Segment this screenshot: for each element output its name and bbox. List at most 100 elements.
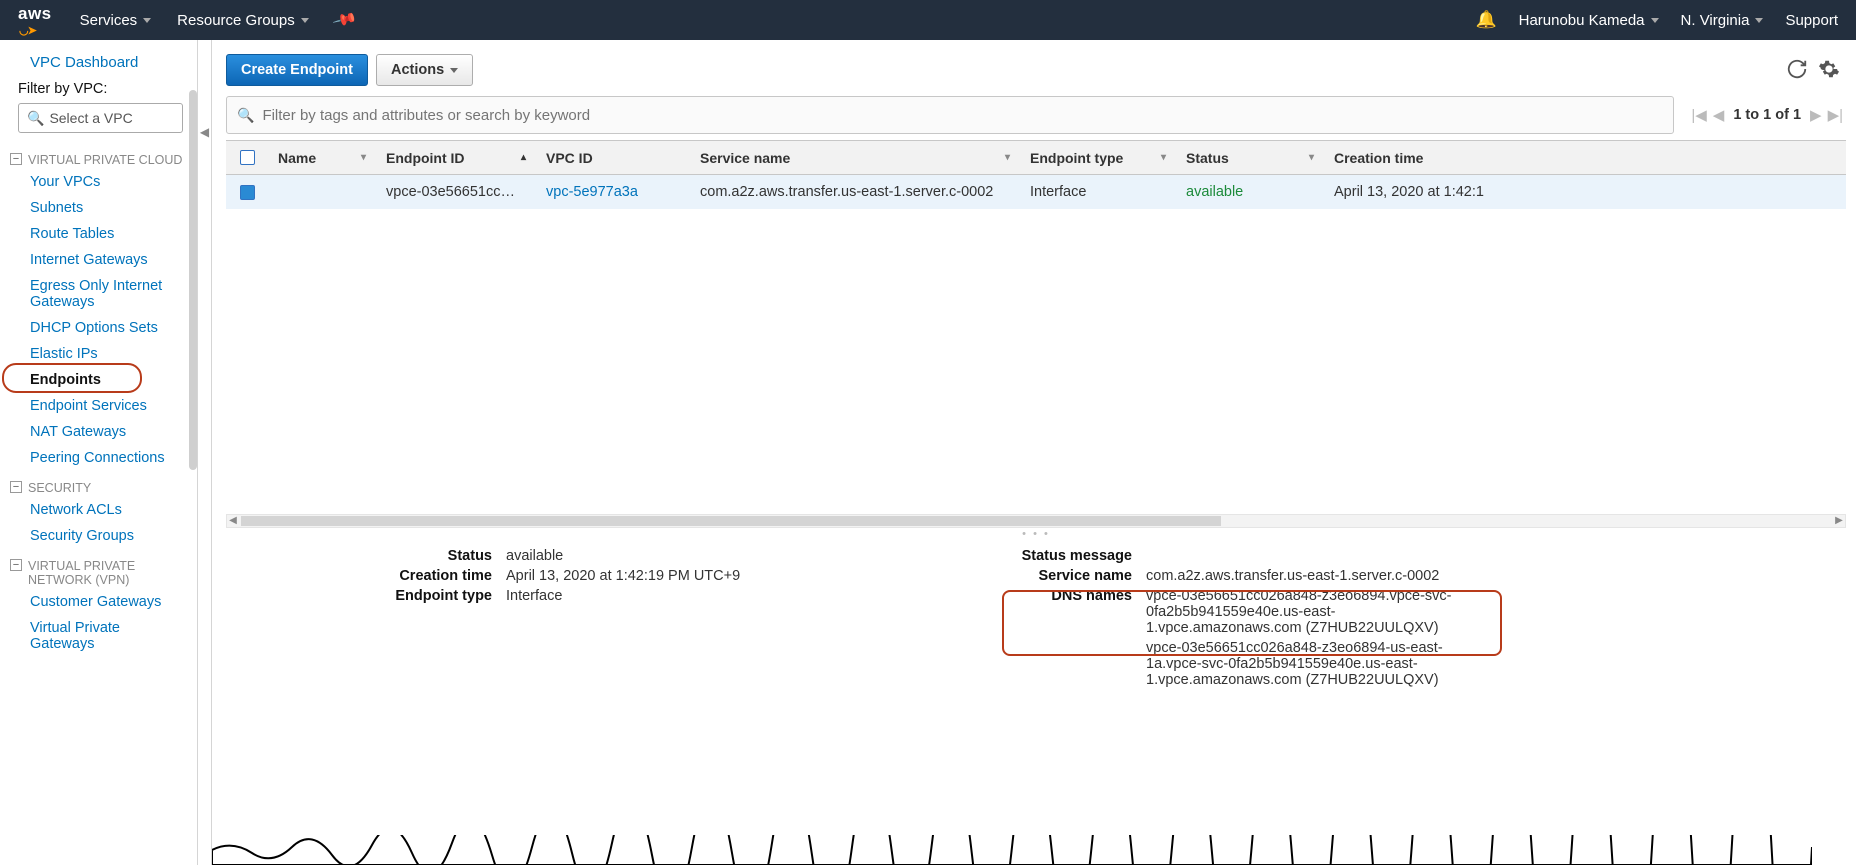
sidebar-item-internet-gateways[interactable]: Internet Gateways xyxy=(0,247,197,273)
column-creation-time[interactable]: Creation time xyxy=(1324,141,1524,174)
topbar: aws ◡➤ Services Resource Groups 📌 🔔 Haru… xyxy=(0,0,1856,40)
status-label: Status xyxy=(366,548,506,564)
toolbar: Create Endpoint Actions xyxy=(226,54,1846,86)
content: Create Endpoint Actions 🔍 |◀ ◀ 1 to 1 of… xyxy=(212,40,1856,865)
pager-prev-icon[interactable]: ◀ xyxy=(1710,106,1728,124)
support-label: Support xyxy=(1785,12,1838,29)
column-name[interactable]: Name▾ xyxy=(268,141,376,174)
collapse-toggle-icon[interactable]: − xyxy=(10,153,22,165)
pager: |◀ ◀ 1 to 1 of 1 ▶ ▶| xyxy=(1688,106,1846,124)
column-vpc-id[interactable]: VPC ID xyxy=(536,141,690,174)
dns-name-1: vpce-03e56651cc026a848-z3eo6894.vpce-svc… xyxy=(1146,588,1486,636)
sidebar-group-vpc: − VIRTUAL PRIVATE CLOUD xyxy=(0,143,197,169)
column-endpoint-type[interactable]: Endpoint type▾ xyxy=(1020,141,1176,174)
pager-next-icon[interactable]: ▶ xyxy=(1807,106,1825,124)
cell-endpoint-id: vpce-03e56651cc… xyxy=(376,184,536,200)
sidebar-group-security: − SECURITY xyxy=(0,471,197,497)
sidebar-item-virtual-private-gateways[interactable]: Virtual Private Gateways xyxy=(0,615,197,657)
caret-down-icon xyxy=(143,18,151,23)
endpoint-type-value: Interface xyxy=(506,588,846,604)
sidebar-dashboard-link[interactable]: VPC Dashboard xyxy=(0,50,197,75)
sidebar-item-egress-gateways[interactable]: Egress Only Internet Gateways xyxy=(0,273,197,315)
sidebar-item-route-tables[interactable]: Route Tables xyxy=(0,221,197,247)
sidebar-item-dhcp-options[interactable]: DHCP Options Sets xyxy=(0,315,197,341)
sidebar: VPC Dashboard Filter by VPC: 🔍 Select a … xyxy=(0,40,198,865)
caret-down-icon xyxy=(450,68,458,73)
caret-down-icon xyxy=(1755,18,1763,23)
column-endpoint-id[interactable]: Endpoint ID▴ xyxy=(376,141,536,174)
region-menu[interactable]: N. Virginia xyxy=(1681,12,1764,29)
create-endpoint-button[interactable]: Create Endpoint xyxy=(226,54,368,86)
scroll-right-icon[interactable]: ▶ xyxy=(1833,515,1845,527)
main: VPC Dashboard Filter by VPC: 🔍 Select a … xyxy=(0,40,1856,865)
user-name: Harunobu Kameda xyxy=(1519,12,1645,29)
sidebar-item-endpoint-services[interactable]: Endpoint Services xyxy=(0,393,197,419)
notifications-icon[interactable]: 🔔 xyxy=(1475,10,1496,30)
sidebar-item-elastic-ips[interactable]: Elastic IPs xyxy=(0,341,197,367)
search-icon: 🔍 xyxy=(237,107,254,124)
sort-icon: ▾ xyxy=(1005,152,1010,163)
cell-vpc-id[interactable]: vpc-5e977a3a xyxy=(536,184,690,200)
settings-icon[interactable] xyxy=(1818,58,1840,83)
vpc-filter-select[interactable]: 🔍 Select a VPC xyxy=(18,103,183,133)
pager-last-icon[interactable]: ▶| xyxy=(1825,106,1846,124)
sidebar-group-title: SECURITY xyxy=(28,481,91,495)
table-row[interactable]: vpce-03e56651cc… vpc-5e977a3a com.a2z.aw… xyxy=(226,175,1846,209)
row-checkbox[interactable] xyxy=(226,185,268,200)
sort-icon: ▾ xyxy=(361,152,366,163)
account-menu[interactable]: Harunobu Kameda xyxy=(1519,12,1659,29)
column-service-name[interactable]: Service name▾ xyxy=(690,141,1020,174)
resource-groups-menu[interactable]: Resource Groups xyxy=(177,12,309,29)
dns-name-2: vpce-03e56651cc026a848-z3eo6894-us-east-… xyxy=(1146,640,1486,688)
details-panel: Status available Creation time April 13,… xyxy=(226,540,1846,690)
refresh-icon[interactable] xyxy=(1786,58,1808,83)
sidebar-collapse-handle[interactable]: ◀ xyxy=(198,40,212,865)
sidebar-item-endpoints[interactable]: Endpoints xyxy=(0,367,197,393)
filter-bar: 🔍 |◀ ◀ 1 to 1 of 1 ▶ ▶| xyxy=(226,96,1846,134)
caret-down-icon xyxy=(301,18,309,23)
search-icon: 🔍 xyxy=(27,110,44,127)
filter-input-container[interactable]: 🔍 xyxy=(226,96,1674,134)
endpoint-type-label: Endpoint type xyxy=(366,588,506,604)
pager-first-icon[interactable]: |◀ xyxy=(1688,106,1709,124)
endpoints-table: Name▾ Endpoint ID▴ VPC ID Service name▾ … xyxy=(226,140,1846,209)
status-message-label: Status message xyxy=(1006,548,1146,564)
toolbar-right xyxy=(1786,58,1846,83)
scroll-left-icon[interactable]: ◀ xyxy=(227,515,239,527)
sidebar-item-your-vpcs[interactable]: Your VPCs xyxy=(0,169,197,195)
sidebar-group-title: VIRTUAL PRIVATE NETWORK (VPN) xyxy=(28,559,135,587)
sidebar-item-network-acls[interactable]: Network ACLs xyxy=(0,497,197,523)
sidebar-item-security-groups[interactable]: Security Groups xyxy=(0,523,197,549)
services-menu[interactable]: Services xyxy=(80,12,152,29)
support-menu[interactable]: Support xyxy=(1785,12,1838,29)
column-status[interactable]: Status▾ xyxy=(1176,141,1324,174)
panel-resize-handle[interactable]: • • • xyxy=(226,528,1846,540)
collapse-toggle-icon[interactable]: − xyxy=(10,559,22,571)
filter-input[interactable] xyxy=(262,107,1663,124)
actions-button[interactable]: Actions xyxy=(376,54,473,86)
creation-time-label: Creation time xyxy=(366,568,506,584)
cell-status: available xyxy=(1176,184,1324,200)
details-right-column: Status message Service name com.a2z.aws.… xyxy=(1006,546,1786,690)
pin-icon[interactable]: 📌 xyxy=(331,6,358,33)
sidebar-group-vpn: − VIRTUAL PRIVATE NETWORK (VPN) xyxy=(0,549,197,589)
service-name-value: com.a2z.aws.transfer.us-east-1.server.c-… xyxy=(1146,568,1786,584)
dns-names-label: DNS names xyxy=(1006,588,1146,636)
collapse-toggle-icon[interactable]: − xyxy=(10,481,22,493)
aws-logo[interactable]: aws ◡➤ xyxy=(18,4,52,37)
vpc-filter-placeholder: Select a VPC xyxy=(49,110,132,126)
cell-service-name: com.a2z.aws.transfer.us-east-1.server.c-… xyxy=(690,184,1020,200)
details-left-column: Status available Creation time April 13,… xyxy=(366,546,846,690)
sidebar-item-subnets[interactable]: Subnets xyxy=(0,195,197,221)
select-all-checkbox[interactable] xyxy=(226,141,268,174)
sidebar-item-nat-gateways[interactable]: NAT Gateways xyxy=(0,419,197,445)
sort-icon: ▾ xyxy=(1309,152,1314,163)
scrollbar-thumb[interactable] xyxy=(241,516,1221,526)
sidebar-item-peering-connections[interactable]: Peering Connections xyxy=(0,445,197,471)
table-header: Name▾ Endpoint ID▴ VPC ID Service name▾ … xyxy=(226,141,1846,175)
sidebar-item-customer-gateways[interactable]: Customer Gateways xyxy=(0,589,197,615)
cell-endpoint-type: Interface xyxy=(1020,184,1176,200)
horizontal-scrollbar[interactable]: ◀ ▶ xyxy=(226,514,1846,528)
service-name-label: Service name xyxy=(1006,568,1146,584)
status-value: available xyxy=(506,548,846,564)
